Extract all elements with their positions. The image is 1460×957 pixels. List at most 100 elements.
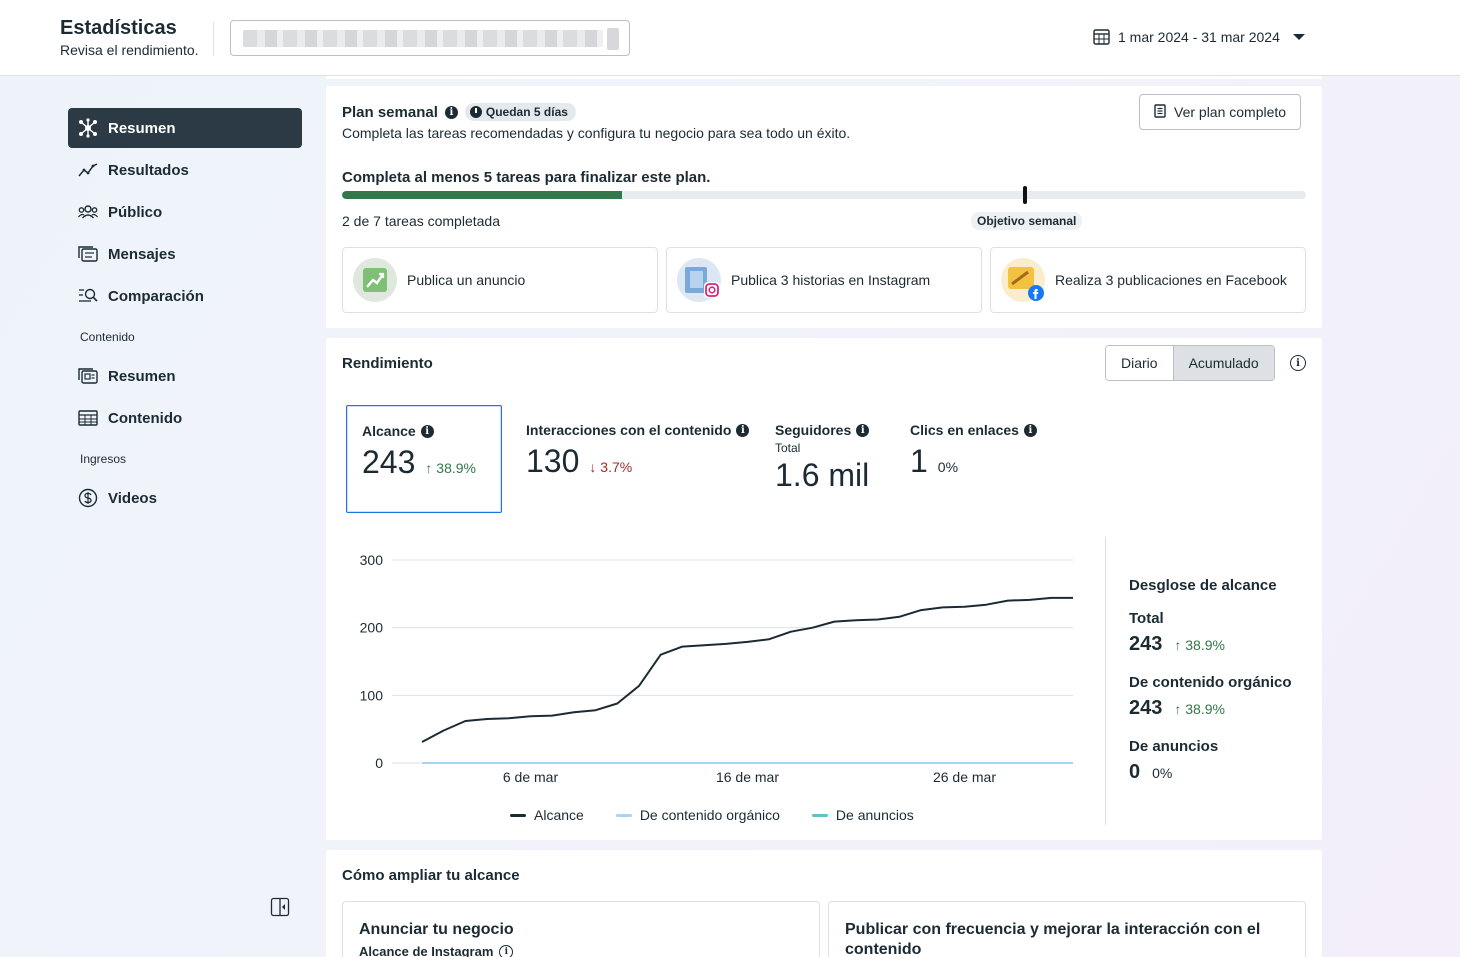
info-icon[interactable]: i (444, 105, 458, 119)
y-tick-label: 0 (375, 755, 383, 771)
metric-alcance[interactable]: Alcance i 243 ↑ 38.9% (346, 405, 502, 513)
weekly-plan-card: Plan semanal i Quedan 5 días Completa la… (326, 86, 1322, 328)
info-icon[interactable]: i (736, 423, 750, 437)
account-selector[interactable] (230, 20, 630, 56)
compare-icon (78, 286, 98, 306)
collapse-sidebar-icon[interactable] (270, 897, 290, 917)
breakdown-value-row: 0 0% (1129, 761, 1309, 784)
sidebar-item-label: Resumen (108, 367, 176, 385)
instagram-stories-icon (677, 258, 721, 302)
breakdown-value-row: 243 ↑ 38.9% (1129, 633, 1309, 656)
days-left-badge: Quedan 5 días (464, 103, 576, 121)
header-divider (213, 22, 214, 56)
task-label: Realiza 3 publicaciones en Facebook (1055, 272, 1287, 288)
breakdown-change: ↑ 38.9% (1174, 637, 1225, 653)
section-heading-ingresos: Ingresos (80, 452, 127, 466)
info-icon[interactable]: i (420, 424, 434, 438)
date-range-picker[interactable]: 1 mar 2024 - 31 mar 2024 (1093, 28, 1310, 45)
legend-item-organico[interactable]: De contenido orgánico (615, 807, 780, 823)
plan-header: Plan semanal i Quedan 5 días (342, 103, 576, 121)
view-toggle: Diario Acumulado (1105, 345, 1275, 381)
metric-label: Alcance (362, 423, 416, 439)
date-range-label: 1 mar 2024 - 31 mar 2024 (1118, 28, 1280, 45)
toggle-acumulado[interactable]: Acumulado (1172, 346, 1274, 380)
breakdown-label: De anuncios (1129, 738, 1219, 755)
ad-chart-icon (353, 258, 397, 302)
metric-label: Seguidores (775, 422, 852, 438)
breakdown-value: 0 (1129, 761, 1141, 783)
metric-label-row: Interacciones con el contenido i (526, 422, 751, 438)
legend-swatch (615, 813, 632, 817)
sidebar-item-label: Contenido (108, 409, 183, 427)
metric-value-row: 243 ↑ 38.9% (362, 444, 501, 481)
content-summary-icon (78, 366, 98, 386)
arrow-up-icon: ↑ (1174, 701, 1186, 717)
messages-icon (78, 244, 98, 264)
metric-change-value: 38.9% (436, 460, 476, 476)
performance-title: Rendimiento (342, 355, 433, 372)
info-icon[interactable]: i (1290, 355, 1306, 371)
dollar-icon (78, 488, 98, 508)
days-left-label: Quedan 5 días (485, 105, 568, 119)
page-subtitle: Revisa el rendimiento. (60, 42, 199, 58)
task-instagram-stories[interactable]: Publica 3 historias en Instagram (666, 247, 982, 313)
redacted-account-avatar (607, 28, 619, 50)
breakdown-value: 243 (1129, 697, 1163, 719)
legend-label: De contenido orgánico (639, 807, 780, 823)
sidebar-item-resultados[interactable]: Resultados (68, 150, 302, 190)
sidebar: Resumen Resultados Público Mensajes Comp… (68, 108, 302, 520)
metric-value: 1.6 mil (775, 457, 870, 493)
breakdown-label: Total (1129, 610, 1164, 627)
view-full-plan-label: Ver plan completo (1174, 104, 1287, 120)
info-icon[interactable]: i (499, 944, 514, 957)
task-facebook-posts[interactable]: Realiza 3 publicaciones en Facebook (990, 247, 1306, 313)
breakdown-value: 243 (1129, 633, 1163, 655)
post-frequently-title: Publicar con frecuencia y mejorar la int… (845, 921, 1261, 957)
chart-legend: Alcance De contenido orgánico De anuncio… (510, 807, 914, 823)
toggle-diario[interactable]: Diario (1106, 346, 1173, 380)
post-frequently-card[interactable]: Publicar con frecuencia y mejorar la int… (828, 901, 1306, 957)
metric-change: 0% (937, 459, 959, 475)
metric-clics[interactable]: Clics en enlaces i 1 0% (895, 405, 1045, 513)
people-icon (78, 202, 98, 222)
sidebar-item-resumen[interactable]: Resumen (68, 108, 302, 148)
metric-interacciones[interactable]: Interacciones con el contenido i 130 ↓ 3… (511, 405, 751, 513)
legend-item-alcance[interactable]: Alcance (510, 807, 584, 823)
task-label: Publica 3 historias en Instagram (731, 272, 931, 288)
metric-change: ↓ 3.7% (589, 459, 632, 475)
sidebar-item-label: Mensajes (108, 245, 176, 263)
sidebar-item-contenido-resumen[interactable]: Resumen (68, 356, 302, 396)
trend-icon (78, 160, 98, 180)
legend-swatch (811, 813, 828, 817)
legend-item-anuncios[interactable]: De anuncios (811, 807, 914, 823)
legend-label: Alcance (534, 807, 584, 823)
arrow-down-icon: ↓ (589, 459, 601, 475)
facebook-posts-icon (1001, 258, 1045, 302)
info-icon[interactable]: i (856, 423, 870, 437)
view-full-plan-button[interactable]: Ver plan completo (1139, 94, 1302, 130)
breakdown-ads: De anuncios 0 0% (1129, 738, 1309, 784)
sidebar-item-publico[interactable]: Público (68, 192, 302, 232)
goal-marker (1023, 186, 1027, 204)
sidebar-item-videos[interactable]: Videos (68, 478, 302, 518)
info-icon[interactable]: i (1023, 423, 1037, 437)
clock-icon (469, 106, 482, 118)
reach-line-chart: 0 100 200 300 6 de mar 16 de mar 26 de mar (360, 552, 1073, 785)
x-tick-label: 26 de mar (933, 769, 996, 785)
task-publish-ad[interactable]: Publica un anuncio (342, 247, 658, 313)
metric-change-value: 3.7% (600, 459, 633, 475)
sidebar-item-comparacion[interactable]: Comparación (68, 276, 302, 316)
sidebar-item-label: Resumen (108, 119, 176, 137)
metric-value: 130 (526, 443, 580, 479)
redacted-account-name (243, 30, 603, 47)
sidebar-item-label: Comparación (108, 287, 204, 305)
arrow-up-icon: ↑ (425, 460, 437, 476)
advertise-card[interactable]: Anunciar tu negocio Alcance de Instagram… (342, 901, 820, 957)
sidebar-item-contenido[interactable]: Contenido (68, 398, 302, 438)
metric-seguidores[interactable]: Seguidores i Total 1.6 mil (760, 405, 890, 513)
series-line-alcance (421, 596, 1073, 743)
breakdown-value-row: 243 ↑ 38.9% (1129, 697, 1309, 720)
advertise-meta: Alcance de Instagram i (359, 944, 803, 957)
sidebar-item-mensajes[interactable]: Mensajes (68, 234, 302, 274)
breakdown-total: Total 243 ↑ 38.9% (1129, 610, 1309, 656)
